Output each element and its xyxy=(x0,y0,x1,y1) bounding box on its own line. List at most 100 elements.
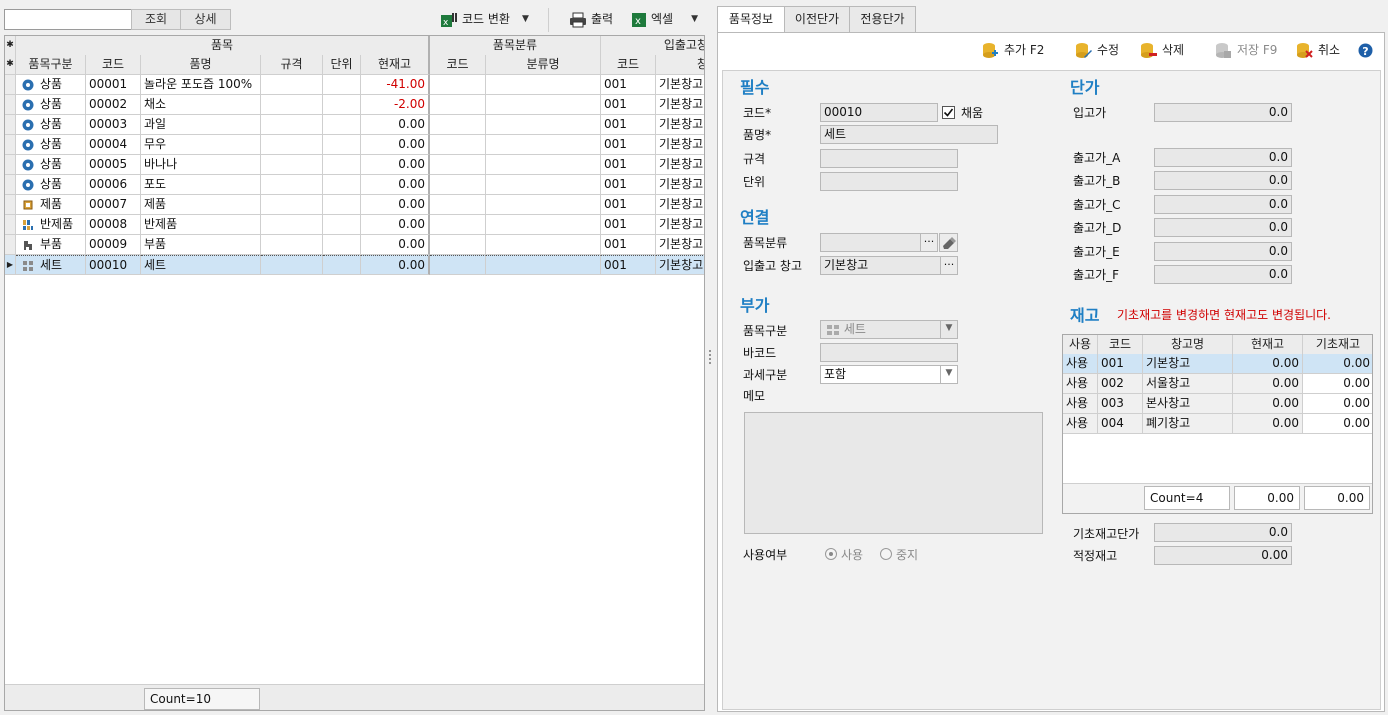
cell-name[interactable]: 채소 xyxy=(141,95,261,115)
detail-button[interactable]: 상세 xyxy=(180,9,231,30)
col-header-spec[interactable]: 규격 xyxy=(261,55,323,75)
cell-name[interactable]: 놀라운 포도즙 100% xyxy=(141,75,261,95)
cell-cat-code[interactable] xyxy=(430,135,486,155)
cell-code[interactable]: 00007 xyxy=(86,195,141,215)
cell-type[interactable]: 상품 xyxy=(16,155,86,175)
stock-cell-current[interactable]: 0.00 xyxy=(1233,414,1303,434)
cell-unit[interactable] xyxy=(323,255,361,275)
stock-cell-use[interactable]: 사용 xyxy=(1063,354,1098,374)
cell-unit[interactable] xyxy=(323,95,361,115)
cell-code[interactable]: 00005 xyxy=(86,155,141,175)
cell-stock[interactable]: 0.00 xyxy=(361,255,430,275)
unit-field[interactable] xyxy=(820,172,958,191)
cell-cat-code[interactable] xyxy=(430,175,486,195)
cell-cat-name[interactable] xyxy=(486,195,601,215)
cell-code[interactable]: 00008 xyxy=(86,215,141,235)
use-on-radio[interactable] xyxy=(825,548,837,560)
stock-cell-base[interactable]: 0.00 xyxy=(1303,354,1372,374)
row-indicator[interactable] xyxy=(5,235,16,255)
chevron-down-icon[interactable]: ▼ xyxy=(940,365,957,384)
col-header-warehouse-name[interactable]: 창 xyxy=(656,55,704,75)
cell-stock[interactable]: -41.00 xyxy=(361,75,430,95)
stock-cell-name[interactable]: 서울창고 xyxy=(1143,374,1233,394)
item-type-select[interactable]: 세트 xyxy=(820,320,958,339)
cell-cat-code[interactable] xyxy=(430,255,486,275)
cell-unit[interactable] xyxy=(323,115,361,135)
stock-cell-current[interactable]: 0.00 xyxy=(1233,374,1303,394)
cell-stock[interactable]: 0.00 xyxy=(361,155,430,175)
print-button[interactable]: 출력 xyxy=(569,9,613,30)
eraser-icon[interactable] xyxy=(939,233,958,252)
row-indicator[interactable] xyxy=(5,115,16,135)
cell-type[interactable]: 세트 xyxy=(16,255,86,275)
cell-cat-name[interactable] xyxy=(486,215,601,235)
cell-stock[interactable]: 0.00 xyxy=(361,235,430,255)
cell-wh-name[interactable]: 기본창고 xyxy=(656,175,704,195)
cell-unit[interactable] xyxy=(323,235,361,255)
code-convert-button[interactable]: x 코드 변환 ▼ xyxy=(440,9,529,30)
price-field[interactable]: 0.0 xyxy=(1154,242,1292,261)
tab-previous-price[interactable]: 이전단가 xyxy=(784,6,850,32)
edit-button[interactable]: 수정 xyxy=(1075,40,1119,60)
cell-name[interactable]: 세트 xyxy=(141,255,261,275)
col-header-name[interactable]: 품명 xyxy=(141,55,261,75)
row-indicator[interactable] xyxy=(5,195,16,215)
stock-cell-code[interactable]: 003 xyxy=(1098,394,1143,414)
barcode-field[interactable] xyxy=(820,343,958,362)
cell-unit[interactable] xyxy=(323,155,361,175)
cell-name[interactable]: 반제품 xyxy=(141,215,261,235)
cell-type[interactable]: 상품 xyxy=(16,175,86,195)
stock-cell-name[interactable]: 본사창고 xyxy=(1143,394,1233,414)
cell-cat-name[interactable] xyxy=(486,155,601,175)
chevron-down-icon[interactable]: ▼ xyxy=(940,320,957,339)
cell-cat-name[interactable] xyxy=(486,135,601,155)
cell-wh-code[interactable]: 001 xyxy=(601,95,656,115)
use-off-radio[interactable] xyxy=(880,548,892,560)
cell-code[interactable]: 00006 xyxy=(86,175,141,195)
price-field[interactable]: 0.0 xyxy=(1154,218,1292,237)
memo-textarea[interactable] xyxy=(744,412,1043,534)
help-icon[interactable]: ? xyxy=(1358,43,1373,58)
warehouse-field[interactable]: 기본창고 xyxy=(820,256,941,275)
stock-col-base[interactable]: 기초재고 xyxy=(1303,335,1372,355)
proper-stock-field[interactable]: 0.00 xyxy=(1154,546,1292,565)
row-indicator[interactable] xyxy=(5,155,16,175)
cell-cat-code[interactable] xyxy=(430,75,486,95)
cell-wh-name[interactable]: 기본창고 xyxy=(656,195,704,215)
stock-cell-code[interactable]: 002 xyxy=(1098,374,1143,394)
cell-spec[interactable] xyxy=(261,235,323,255)
code-field[interactable]: 00010 xyxy=(820,103,938,122)
cell-cat-name[interactable] xyxy=(486,235,601,255)
cancel-button[interactable]: 취소 xyxy=(1296,40,1340,60)
cell-unit[interactable] xyxy=(323,135,361,155)
cell-unit[interactable] xyxy=(323,215,361,235)
stock-cell-use[interactable]: 사용 xyxy=(1063,394,1098,414)
tab-exclusive-price[interactable]: 전용단가 xyxy=(849,6,916,32)
col-header-warehouse-code[interactable]: 코드 xyxy=(601,55,656,75)
cell-stock[interactable]: 0.00 xyxy=(361,215,430,235)
col-header-type[interactable]: 품목구분 xyxy=(16,55,86,75)
row-indicator[interactable] xyxy=(5,215,16,235)
cell-spec[interactable] xyxy=(261,175,323,195)
cell-wh-code[interactable]: 001 xyxy=(601,75,656,95)
tax-select[interactable]: 포함 xyxy=(820,365,958,384)
cell-type[interactable]: 상품 xyxy=(16,75,86,95)
cell-stock[interactable]: 0.00 xyxy=(361,115,430,135)
price-field[interactable]: 0.0 xyxy=(1154,103,1292,122)
cell-code[interactable]: 00003 xyxy=(86,115,141,135)
price-field[interactable]: 0.0 xyxy=(1154,265,1292,284)
col-header-category-name[interactable]: 분류명 xyxy=(486,55,601,75)
cell-cat-name[interactable] xyxy=(486,255,601,275)
cell-wh-name[interactable]: 기본창고 xyxy=(656,95,704,115)
cell-cat-name[interactable] xyxy=(486,175,601,195)
category-lookup-button[interactable]: ··· xyxy=(920,233,938,252)
cell-wh-name[interactable]: 기본창고 xyxy=(656,235,704,255)
add-button[interactable]: 추가 F2 xyxy=(982,40,1044,60)
cell-spec[interactable] xyxy=(261,215,323,235)
cell-type[interactable]: 반제품 xyxy=(16,215,86,235)
stock-cell-base[interactable]: 0.00 xyxy=(1303,414,1372,434)
stock-col-name[interactable]: 창고명 xyxy=(1143,335,1233,355)
cell-name[interactable]: 제품 xyxy=(141,195,261,215)
cell-cat-code[interactable] xyxy=(430,155,486,175)
cell-name[interactable]: 부품 xyxy=(141,235,261,255)
